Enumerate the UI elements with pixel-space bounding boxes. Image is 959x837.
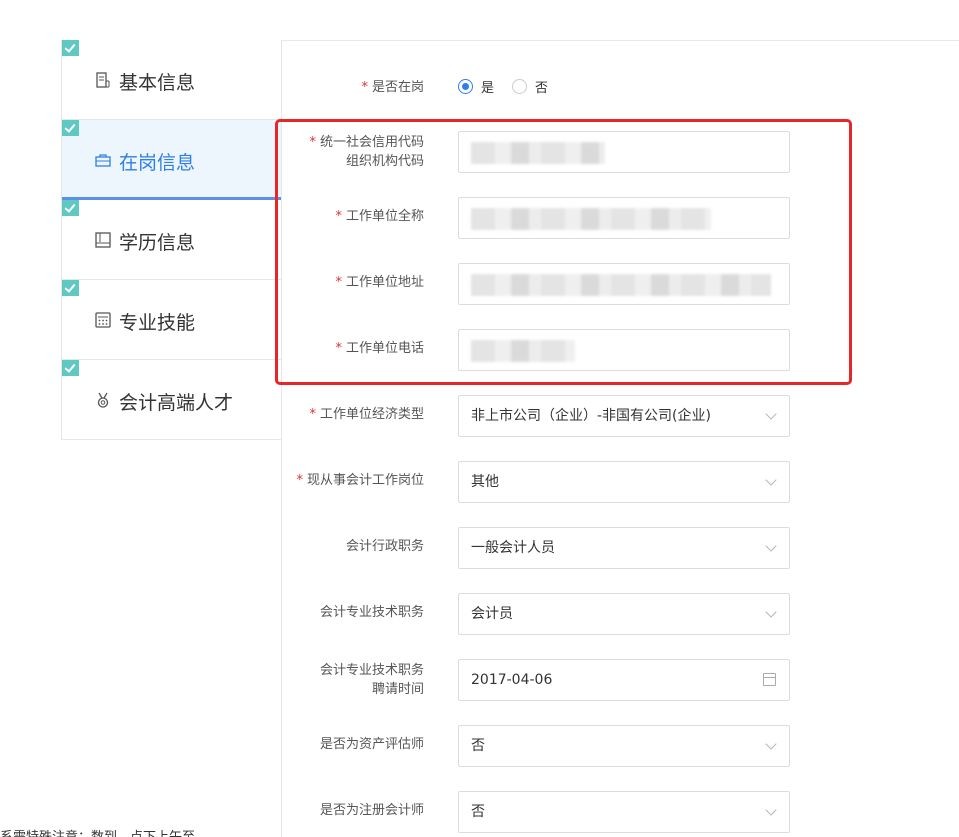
check-icon xyxy=(62,200,79,216)
check-icon xyxy=(62,360,79,376)
asset-appraiser-label: 是否为资产评估师 xyxy=(319,737,424,752)
current-post-select[interactable]: 其他 xyxy=(458,461,790,503)
current-post-label: * 现从事会计工作岗位 xyxy=(296,473,424,488)
check-icon xyxy=(62,40,79,56)
chevron-down-icon xyxy=(765,474,777,486)
sidebar: 基本信息 在岗信息 学历信息 专业技能 会计高端人才 xyxy=(61,40,282,440)
tech-hire-date-label: 会计专业技术职务 聘请时间 xyxy=(319,663,424,697)
sidebar-item-education[interactable]: 学历信息 xyxy=(62,200,282,280)
sidebar-item-label: 会计高端人才 xyxy=(119,392,234,414)
select-value: 否 xyxy=(471,738,485,754)
sidebar-item-basic-info[interactable]: 基本信息 xyxy=(62,40,282,120)
tech-hire-date-picker[interactable]: 2017-04-06 xyxy=(458,659,790,701)
chevron-down-icon xyxy=(765,408,777,420)
sidebar-item-label: 在岗信息 xyxy=(119,152,196,174)
select-value: 非上市公司（企业）-非国有公司(企业) xyxy=(471,408,711,424)
sidebar-item-label: 基本信息 xyxy=(119,72,196,94)
sidebar-item-senior-talent[interactable]: 会计高端人才 xyxy=(62,360,282,440)
book-icon xyxy=(95,232,111,248)
admin-duty-select[interactable]: 一般会计人员 xyxy=(458,527,790,569)
medal-icon xyxy=(97,392,109,408)
on-duty-yes-radio[interactable] xyxy=(458,79,473,94)
sidebar-item-skills[interactable]: 专业技能 xyxy=(62,280,282,360)
date-value: 2017-04-06 xyxy=(471,672,553,688)
select-value: 其他 xyxy=(471,474,499,490)
tech-duty-select[interactable]: 会计员 xyxy=(458,593,790,635)
select-value: 一般会计人员 xyxy=(471,540,555,556)
check-icon xyxy=(62,280,79,296)
chevron-down-icon xyxy=(765,804,777,816)
on-duty-label: * 是否在岗 xyxy=(361,80,424,95)
cpa-select[interactable]: 否 xyxy=(458,791,790,833)
calculator-icon xyxy=(95,312,111,328)
chevron-down-icon xyxy=(765,540,777,552)
sidebar-item-job-info[interactable]: 在岗信息 xyxy=(62,120,282,200)
asset-appraiser-select[interactable]: 否 xyxy=(458,725,790,767)
highlight-frame xyxy=(275,119,852,385)
on-duty-radio-group: 是 否 xyxy=(458,77,566,96)
calendar-icon xyxy=(763,673,776,686)
briefcase-icon xyxy=(95,154,111,167)
unit-econ-type-select[interactable]: 非上市公司（企业）-非国有公司(企业) xyxy=(458,395,790,437)
top-divider xyxy=(280,40,959,41)
unit-econ-type-label: * 工作单位经济类型 xyxy=(309,407,424,422)
on-duty-yes-label: 是 xyxy=(481,81,495,96)
chevron-down-icon xyxy=(765,738,777,750)
select-value: 会计员 xyxy=(471,606,513,622)
check-icon xyxy=(62,120,79,136)
cpa-label: 是否为注册会计师 xyxy=(319,803,424,818)
on-duty-no-radio[interactable] xyxy=(512,79,528,94)
admin-duty-label: 会计行政职务 xyxy=(345,539,424,554)
bottom-note: 系需特殊注意：数到…点下上午至… xyxy=(0,826,208,837)
sidebar-item-label: 学历信息 xyxy=(119,232,196,254)
select-value: 否 xyxy=(471,804,485,820)
on-duty-no-label: 否 xyxy=(535,81,549,96)
chevron-down-icon xyxy=(765,606,777,618)
document-icon xyxy=(96,72,110,88)
sidebar-item-label: 专业技能 xyxy=(119,312,196,334)
tech-duty-label: 会计专业技术职务 xyxy=(319,605,424,620)
